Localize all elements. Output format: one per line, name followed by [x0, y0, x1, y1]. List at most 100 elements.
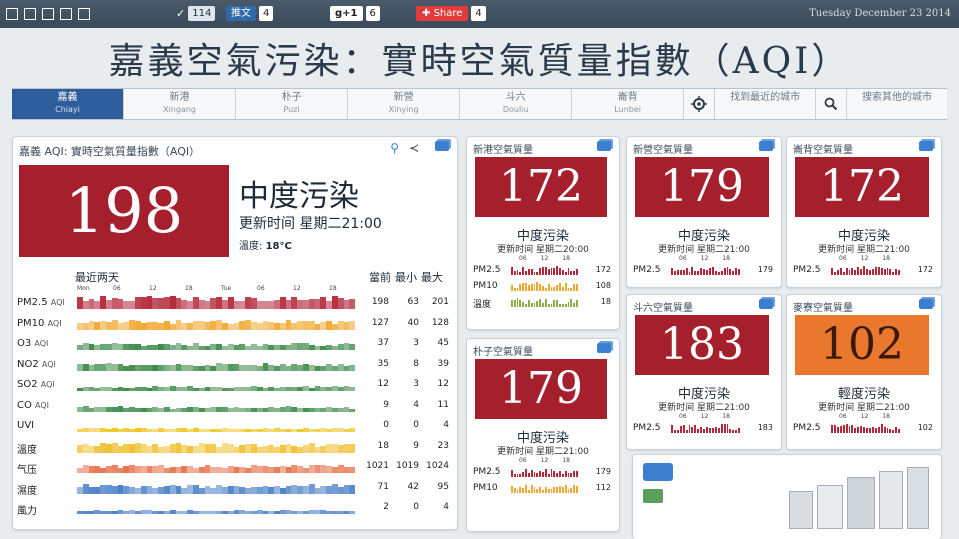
mini-bar — [573, 303, 576, 307]
row-value-cur: 35 — [377, 358, 389, 369]
widget-icon[interactable] — [759, 141, 773, 151]
station-panel[interactable]: 麥寮空氣質量 102 輕度污染 更新时间 星期二21:00 06 12 18 PM2.5 102 — [786, 294, 942, 450]
station-row-label: PM2.5 — [473, 467, 501, 477]
day-tick: 18 — [185, 285, 193, 292]
tab-douliu[interactable]: 斗六 Douliu — [460, 89, 573, 119]
mini-bar — [533, 487, 536, 493]
mini-bar — [525, 485, 527, 493]
station-panel[interactable]: 朴子空氣質量 179 中度污染 更新时间 星期二21:00 06 12 18 PM2.5 179… — [466, 338, 620, 532]
tab-icon[interactable] — [24, 7, 36, 20]
mini-bar — [714, 271, 717, 275]
row-unit: AQI — [41, 359, 56, 369]
ad-banner[interactable] — [632, 454, 942, 539]
tweet-label: 推文 — [226, 6, 256, 21]
main-aqi-value: 198 — [19, 165, 229, 257]
tab-chiayi[interactable]: 嘉義 Chiayi — [12, 89, 125, 119]
row-value-cur: 127 — [371, 317, 389, 328]
station-panel[interactable]: 新港空氣質量 172 中度污染 更新时间 星期二20:00 06 12 18 PM2.5 172… — [466, 136, 620, 330]
tab-lunbei[interactable]: 崙背 Lunbei — [572, 89, 685, 119]
like-widget[interactable]: ✓ 114 — [176, 5, 216, 22]
nearest-city-link[interactable]: 找到最近的城市 — [715, 89, 817, 119]
search-city-link[interactable]: 搜索其他的城市 — [847, 89, 947, 119]
mini-bar — [735, 268, 738, 275]
mini-bar — [550, 304, 553, 307]
mini-bar — [516, 489, 519, 493]
mini-bar — [576, 300, 578, 307]
map-pin-icon[interactable]: ⚲ — [390, 141, 399, 155]
mini-bar — [671, 268, 673, 275]
row-label: 溫度 — [17, 441, 37, 456]
mini-bar — [516, 270, 519, 275]
station-update-time: 更新时间 星期二21:00 — [497, 447, 589, 457]
mini-axis: 06 12 18 — [839, 413, 904, 420]
tab-xinying[interactable]: 新營 Xinying — [348, 89, 461, 119]
mini-bar — [679, 270, 682, 275]
column-headers: 當前 最小 最大 — [369, 269, 443, 285]
mini-bar — [567, 473, 570, 477]
widget-icon[interactable] — [759, 299, 773, 309]
widget-icon[interactable] — [919, 299, 933, 309]
city-nav: 嘉義 Chiayi 新港 Xingang 朴子 Puzi 新營 Xinying … — [12, 88, 947, 120]
mini-bar — [708, 268, 711, 275]
station-update-time: 更新时间 星期二21:00 — [658, 245, 750, 255]
mini-bar — [833, 425, 836, 433]
row-value-min: 1019 — [396, 461, 419, 471]
mini-tick: 06 — [519, 255, 527, 262]
row-label-text: NO2 — [17, 358, 39, 370]
mini-bar — [886, 428, 889, 433]
widget-icon[interactable] — [597, 343, 611, 353]
window-icon[interactable] — [6, 7, 18, 20]
mini-bar — [845, 424, 848, 433]
row-value-max: 11 — [437, 399, 449, 410]
station-row-label: PM2.5 — [633, 265, 661, 275]
mini-bar — [559, 486, 561, 493]
gplus-button[interactable]: g+1 6 — [330, 5, 380, 22]
row-history-chart — [77, 480, 356, 494]
mini-tick: 12 — [700, 255, 709, 262]
mini-bar — [685, 268, 688, 275]
row-value-max: 201 — [431, 297, 449, 307]
row-value-max: 39 — [437, 358, 449, 369]
widget-icon[interactable] — [919, 141, 933, 151]
mini-bar — [573, 284, 576, 291]
station-title: 崙背空氣質量 — [793, 145, 853, 156]
widget-icon[interactable] — [597, 141, 611, 151]
bookmark-icon[interactable] — [42, 7, 54, 20]
station-row-label: PM2.5 — [793, 423, 821, 433]
widget-icon[interactable] — [435, 141, 449, 151]
station-panel[interactable]: 崙背空氣質量 172 中度污染 更新时间 星期二21:00 06 12 18 PM2.5 172 — [786, 136, 942, 288]
row-label: SO2 AQI — [17, 379, 55, 390]
mini-bar — [516, 474, 519, 477]
search-icon[interactable] — [816, 89, 848, 119]
station-update-time: 更新时间 星期二21:00 — [658, 403, 750, 413]
tab-puzi[interactable]: 朴子 Puzi — [236, 89, 349, 119]
mini-bar — [732, 430, 735, 433]
mini-bar — [831, 425, 833, 433]
mini-bar — [525, 469, 527, 477]
station-row-label: PM2.5 — [793, 265, 821, 275]
mini-bar — [720, 271, 723, 275]
mini-bar — [547, 489, 550, 493]
tab-xingang[interactable]: 新港 Xingang — [124, 89, 237, 119]
mini-bar — [711, 428, 714, 433]
mini-tick: 18 — [882, 255, 890, 262]
locate-icon[interactable] — [684, 89, 716, 119]
tweet-button[interactable]: 推文 4 — [226, 5, 274, 22]
history-bar — [349, 344, 356, 350]
share-button[interactable]: ✚ Share 4 — [416, 5, 486, 22]
row-label-text: 溫度 — [17, 444, 37, 456]
mini-bar — [866, 269, 868, 275]
mini-bar — [839, 268, 842, 275]
station-panel[interactable]: 新營空氣質量 179 中度污染 更新时间 星期二21:00 06 12 18 PM2.5 179 — [626, 136, 782, 288]
mini-bar — [544, 288, 547, 291]
station-panel[interactable]: 斗六空氣質量 183 中度污染 更新时间 星期二21:00 06 12 18 PM2.5 183 — [626, 294, 782, 450]
mini-bar — [831, 268, 833, 275]
grid-icon[interactable] — [60, 7, 72, 20]
share-icon[interactable]: ≺ — [409, 141, 419, 155]
day-tick: 06 — [257, 285, 265, 292]
day-tick: 12 — [149, 285, 157, 292]
tab-label: 新港 — [169, 92, 190, 103]
row-value-cur: 1021 — [366, 461, 389, 471]
day-tick: Tue — [221, 285, 232, 292]
mail-icon[interactable] — [78, 7, 90, 20]
